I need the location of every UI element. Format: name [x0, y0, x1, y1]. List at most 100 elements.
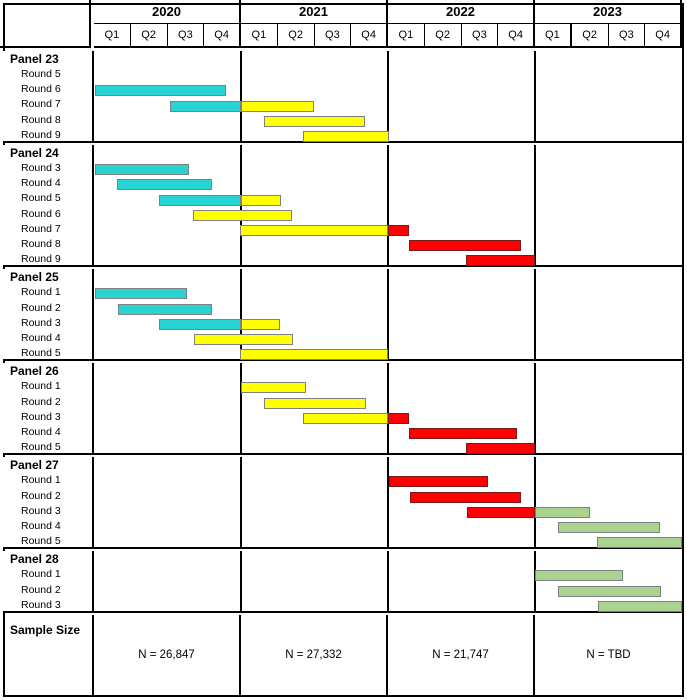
year-header-cell: 2021 — [241, 0, 388, 24]
year-header-cell: 2022 — [388, 0, 535, 24]
chart-header: 2020 2021 2022 2023 Q1 Q2 Q3 Q4 Q1 Q2 Q3 Q4 Q1 Q2 Q3 Q… — [0, 0, 687, 48]
panel-title: Panel 23 — [10, 52, 59, 66]
panel-section: Panel 25 Round 1 Round 2 Round 3 Round 4 Roun… — [3, 269, 684, 362]
gantt-bar — [159, 318, 241, 330]
round-label: Round 7 — [21, 222, 61, 235]
gantt-bar — [597, 537, 682, 549]
gantt-bar — [193, 334, 294, 346]
round-label: Round 6 — [21, 83, 61, 96]
quarter-header-cell: Q2 — [571, 24, 609, 48]
panel-lanes — [94, 551, 684, 612]
quarter-header-cell: Q4 — [204, 24, 241, 48]
gantt-bar — [302, 412, 388, 424]
gantt-bar — [557, 522, 660, 534]
gantt-bar — [241, 194, 282, 206]
gantt-bar — [388, 224, 410, 236]
panel-label-column: Panel 27 Round 1 Round 2 Round 3 Round 4 Roun… — [3, 457, 94, 548]
round-label: Round 2 — [21, 395, 61, 408]
gantt-bar — [241, 382, 307, 394]
panel-section: Panel 27 Round 1 Round 2 Round 3 Round 4 Roun… — [3, 457, 684, 550]
panel-label-column: Panel 25 Round 1 Round 2 Round 3 Round 4 Roun… — [3, 269, 94, 360]
panel-section: Panel 26 Round 1 Round 2 Round 3 Round 4 Roun… — [3, 363, 684, 456]
quarter-header-cell: Q2 — [424, 24, 462, 48]
gantt-bar — [409, 428, 517, 440]
gantt-bar — [302, 130, 389, 142]
gantt-bar — [388, 412, 410, 424]
round-label: Round 1 — [21, 286, 61, 299]
panel-lanes — [94, 51, 684, 142]
gantt-bar — [263, 397, 366, 409]
round-label: Round 5 — [21, 535, 61, 548]
year-separator-line — [387, 51, 389, 141]
gantt-bar — [241, 318, 280, 330]
round-label: Round 3 — [21, 316, 61, 329]
gantt-bar — [535, 570, 624, 582]
sample-size-cell: N = TBD — [586, 649, 631, 661]
round-label: Round 3 — [21, 598, 61, 611]
round-label: Round 8 — [21, 113, 61, 126]
round-label: Round 5 — [21, 192, 61, 205]
panel-title: Panel 24 — [10, 146, 59, 160]
quarter-header-cell: Q3 — [314, 24, 352, 48]
gantt-bar — [465, 443, 535, 455]
gantt-bar — [598, 600, 682, 612]
panel-lanes — [94, 145, 684, 267]
sample-size-label: Sample Size — [3, 615, 94, 695]
year-separator-line — [240, 269, 242, 360]
sample-size-cell: N = 27,332 — [241, 615, 388, 695]
sample-size-cell: N = 21,747 — [388, 615, 535, 695]
round-label: Round 9 — [21, 128, 61, 141]
sample-size-cell: N = 26,847 — [94, 615, 241, 695]
year-header-cell: 2020 — [94, 0, 241, 24]
quarter-header-cell: Q1 — [241, 24, 278, 48]
quarter-header-cell: Q4 — [351, 24, 388, 48]
panel-title: Panel 27 — [10, 458, 59, 473]
panel-lanes — [94, 363, 684, 455]
round-label: Round 1 — [21, 380, 61, 393]
gantt-bar — [159, 194, 241, 206]
year-separator-line — [387, 145, 389, 266]
quarter-header-cell: Q1 — [94, 24, 131, 48]
year-separator-line — [387, 551, 389, 611]
panel-section: Panel 24 Round 3 Round 4 Round 5 Round 6 Roun… — [3, 145, 684, 268]
panel-title: Panel 26 — [10, 364, 59, 379]
gantt-bar — [94, 85, 227, 97]
panel-label-column: Panel 28 Round 1 Round 2 Round 3 — [3, 551, 94, 611]
round-label: Round 3 — [21, 162, 61, 174]
quarter-header-cell: Q2 — [277, 24, 315, 48]
gantt-bar — [116, 179, 213, 191]
year-separator-line — [387, 457, 389, 548]
gantt-bar — [466, 506, 535, 518]
gantt-bar — [465, 255, 535, 267]
round-label: Round 2 — [21, 583, 61, 596]
round-label: Round 2 — [21, 301, 61, 314]
year-separator-line — [387, 269, 389, 360]
year-separator-line — [534, 51, 536, 141]
gantt-bar — [117, 303, 213, 315]
gantt-bar — [193, 209, 293, 221]
quarter-header-cell: Q3 — [167, 24, 205, 48]
year-separator-line — [240, 51, 242, 141]
year-separator-line — [240, 457, 242, 548]
year-header-cell: 2023 — [535, 0, 682, 24]
gantt-bar — [241, 100, 314, 112]
gantt-bar — [263, 115, 366, 127]
round-label: Round 4 — [21, 177, 61, 190]
panel-lanes — [94, 457, 684, 549]
quarter-header-cell: Q1 — [388, 24, 425, 48]
gantt-chart: 2020 2021 2022 2023 Q1 Q2 Q3 Q4 Q1 Q2 Q3 Q4 Q1 Q2 Q3 Q… — [0, 0, 687, 700]
panel-label-column: Panel 24 Round 3 Round 4 Round 5 Round 6 Roun… — [3, 145, 94, 266]
round-label: Round 3 — [21, 504, 61, 517]
round-label: Round 4 — [21, 331, 61, 344]
gantt-bar — [409, 240, 522, 252]
round-label: Round 7 — [21, 98, 61, 111]
gantt-bar — [169, 100, 241, 112]
year-separator-line — [534, 145, 536, 266]
panel-title: Panel 25 — [10, 270, 59, 285]
gantt-bar — [94, 164, 189, 176]
year-separator-line — [240, 363, 242, 454]
gantt-bar — [410, 491, 522, 503]
quarter-header-cell: Q1 — [535, 24, 572, 48]
quarter-header-cell: Q3 — [608, 24, 646, 48]
round-label: Round 4 — [21, 425, 61, 438]
